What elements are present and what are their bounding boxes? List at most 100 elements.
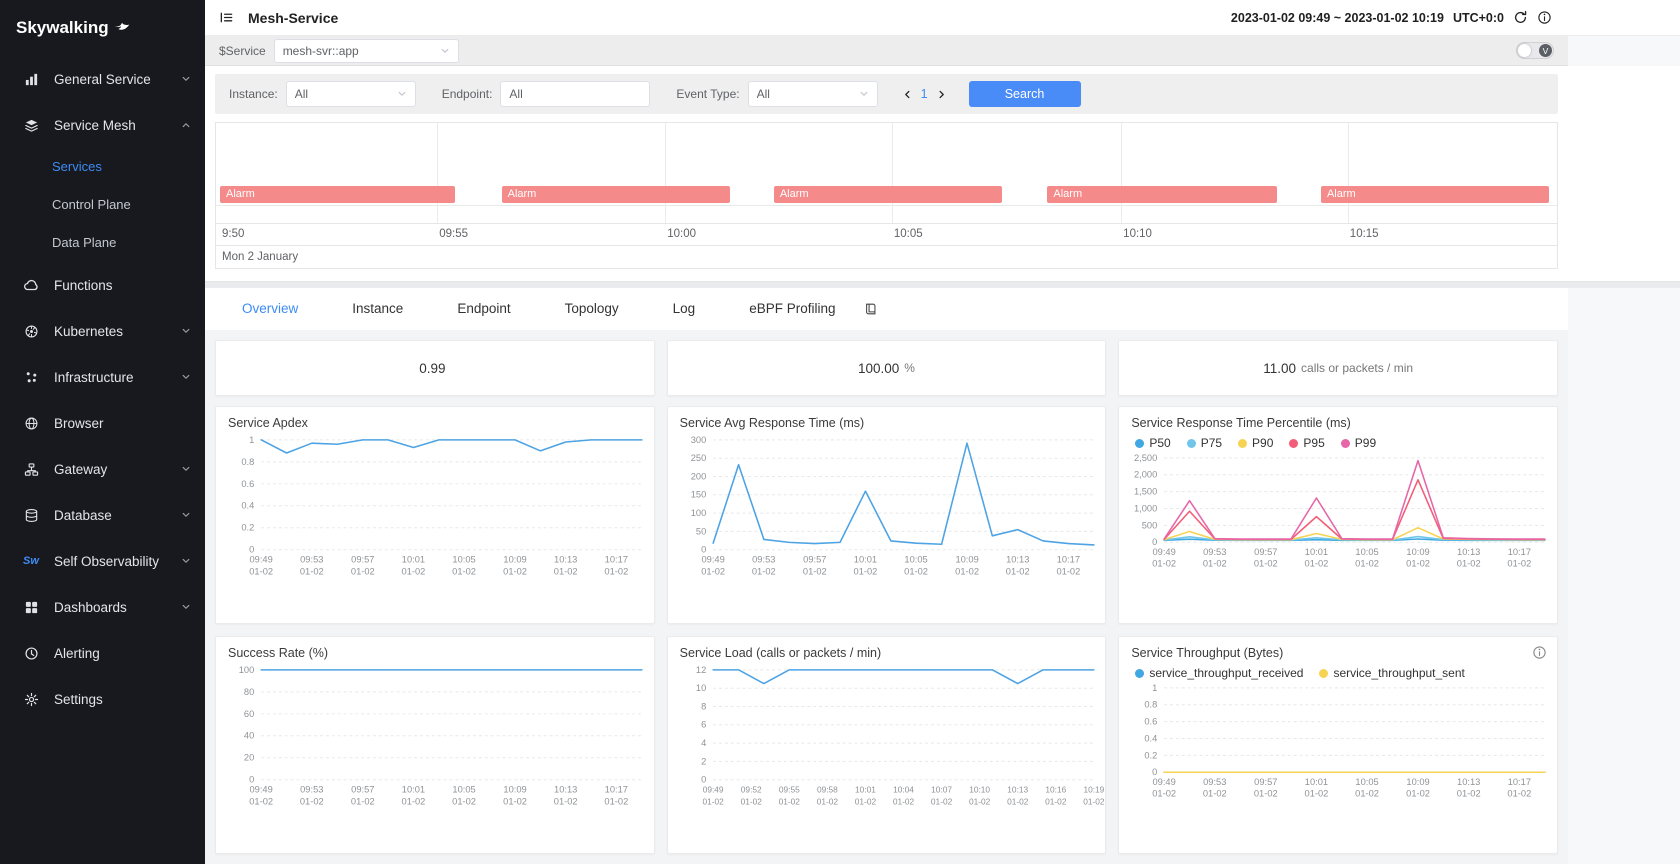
chart-response-time-percentile: Service Response Time Percentile (ms) P5… (1118, 406, 1558, 624)
endpoint-input[interactable] (500, 81, 650, 107)
alarm-event-bar[interactable]: Alarm (774, 186, 1002, 203)
svg-text:4: 4 (701, 738, 706, 748)
version-toggle[interactable]: V (1516, 42, 1554, 59)
timeline-plot[interactable]: Alarm Alarm Alarm Alarm Alarm (216, 123, 1557, 223)
info-icon[interactable] (1537, 10, 1552, 25)
alarm-event-bar[interactable]: Alarm (502, 186, 730, 203)
alarm-event-bar[interactable]: Alarm (220, 186, 455, 203)
svg-text:1,500: 1,500 (1134, 487, 1157, 497)
sidebar-item-infrastructure[interactable]: Infrastructure (0, 354, 205, 400)
svg-text:2,000: 2,000 (1134, 470, 1157, 480)
legend-item[interactable]: P99 (1341, 436, 1376, 450)
svg-text:6: 6 (701, 720, 706, 730)
svg-text:09:53: 09:53 (300, 785, 323, 795)
service-select-value: mesh-svr::app (283, 44, 434, 58)
chart-service-throughput: Service Throughput (Bytes) service_throu… (1118, 636, 1558, 854)
tab-log[interactable]: Log (646, 288, 723, 330)
event-type-select[interactable]: All (748, 81, 878, 107)
tab-ebpf-profiling[interactable]: eBPF Profiling (722, 288, 862, 330)
sidebar-item-services[interactable]: Services (0, 148, 205, 186)
legend-item[interactable]: service_throughput_received (1135, 666, 1303, 680)
chart-legend: P50 P75 P90 P95 P99 (1119, 432, 1557, 450)
legend-item[interactable]: P50 (1135, 436, 1170, 450)
sidebar-item-gateway[interactable]: Gateway (0, 446, 205, 492)
svg-text:10:09: 10:09 (503, 555, 526, 565)
tab-instance[interactable]: Instance (325, 288, 430, 330)
svg-text:01-02: 01-02 (1355, 789, 1379, 799)
chevron-right-icon[interactable] (936, 89, 947, 100)
chart-title: Service Avg Response Time (ms) (668, 407, 1106, 432)
sidebar-item-database[interactable]: Database (0, 492, 205, 538)
sidebar-item-self-observability[interactable]: Sw Self Observability (0, 538, 205, 584)
endpoint-label: Endpoint: (442, 87, 493, 101)
legend-dot-icon (1135, 439, 1144, 448)
chart-info-icon[interactable] (1532, 645, 1547, 660)
legend-item[interactable]: P95 (1289, 436, 1324, 450)
svg-text:01-02: 01-02 (803, 566, 827, 576)
timeline-date-label: Mon 2 January (216, 245, 1557, 268)
ebpf-docs-icon[interactable] (864, 302, 878, 316)
svg-text:10:05: 10:05 (452, 785, 475, 795)
svg-text:01-02: 01-02 (1153, 789, 1177, 799)
grid-icon (22, 600, 40, 615)
sidebar-item-general-service[interactable]: General Service (0, 56, 205, 102)
tab-topology[interactable]: Topology (538, 288, 646, 330)
service-select[interactable]: mesh-svr::app (274, 39, 459, 63)
legend-item[interactable]: P90 (1238, 436, 1273, 450)
chevron-left-icon[interactable] (902, 89, 913, 100)
sidebar-item-settings[interactable]: Settings (0, 676, 205, 722)
sidebar-item-service-mesh[interactable]: Service Mesh (0, 102, 205, 148)
chart-title: Service Response Time Percentile (ms) (1119, 407, 1557, 432)
svg-text:01-02: 01-02 (1153, 559, 1177, 569)
legend-item[interactable]: service_throughput_sent (1319, 666, 1464, 680)
main-area: Mesh-Service 2023-01-02 09:49 ~ 2023-01-… (205, 0, 1680, 864)
svg-text:10:10: 10:10 (969, 785, 990, 795)
svg-text:09:49: 09:49 (1153, 547, 1176, 557)
skywalking-logo-text: Skywalking (16, 18, 109, 38)
svg-text:01-02: 01-02 (853, 566, 877, 576)
svg-text:01-02: 01-02 (249, 796, 273, 806)
svg-text:1,000: 1,000 (1134, 503, 1157, 513)
time-range-text[interactable]: 2023-01-02 09:49 ~ 2023-01-02 10:19 (1231, 11, 1444, 25)
chevron-down-icon (440, 46, 450, 56)
sidebar-item-dashboards[interactable]: Dashboards (0, 584, 205, 630)
sidebar-item-data-plane[interactable]: Data Plane (0, 224, 205, 262)
alarm-event-bar[interactable]: Alarm (1047, 186, 1276, 203)
chevron-up-icon (181, 120, 191, 130)
sidebar-item-label: General Service (54, 72, 151, 87)
timezone-text[interactable]: UTC+0:0 (1453, 11, 1504, 25)
svg-text:250: 250 (690, 453, 706, 463)
svg-text:10:01: 10:01 (1305, 777, 1328, 787)
sidebar-item-control-plane[interactable]: Control Plane (0, 186, 205, 224)
svg-text:09:57: 09:57 (1254, 777, 1277, 787)
stat-value: 11.00 (1263, 361, 1296, 376)
search-button[interactable]: Search (969, 81, 1081, 107)
svg-text:10:09: 10:09 (503, 785, 526, 795)
sidebar-item-alerting[interactable]: Alerting (0, 630, 205, 676)
skywalking-logo[interactable]: Skywalking (0, 0, 205, 56)
legend-item[interactable]: P75 (1187, 436, 1222, 450)
svg-text:0.6: 0.6 (241, 479, 254, 489)
sidebar-item-functions[interactable]: Functions (0, 262, 205, 308)
sidebar-item-label: Infrastructure (54, 370, 134, 385)
sw-logo-icon: Sw (22, 555, 40, 567)
svg-text:10:04: 10:04 (893, 785, 914, 795)
service-label: $Service (219, 44, 266, 58)
tab-endpoint[interactable]: Endpoint (430, 288, 537, 330)
alarm-event-bar[interactable]: Alarm (1321, 186, 1549, 203)
timeline-gridline (665, 123, 666, 223)
collapse-menu-icon[interactable] (219, 10, 234, 25)
sidebar-item-browser[interactable]: Browser (0, 400, 205, 446)
svg-text:01-02: 01-02 (1457, 559, 1481, 569)
sidebar-item-kubernetes[interactable]: Kubernetes (0, 308, 205, 354)
svg-text:150: 150 (690, 490, 706, 500)
chart-title: Success Rate (%) (216, 637, 654, 662)
refresh-icon[interactable] (1513, 10, 1528, 25)
svg-text:01-02: 01-02 (402, 796, 426, 806)
chart-service-apdex: Service Apdex 00.20.40.60.8109:4901-0209… (215, 406, 655, 624)
tab-overview[interactable]: Overview (215, 288, 325, 330)
instance-select[interactable]: All (286, 81, 416, 107)
svg-text:10:01: 10:01 (1305, 547, 1328, 557)
page-number[interactable]: 1 (921, 87, 928, 101)
svg-text:10:17: 10:17 (605, 555, 628, 565)
